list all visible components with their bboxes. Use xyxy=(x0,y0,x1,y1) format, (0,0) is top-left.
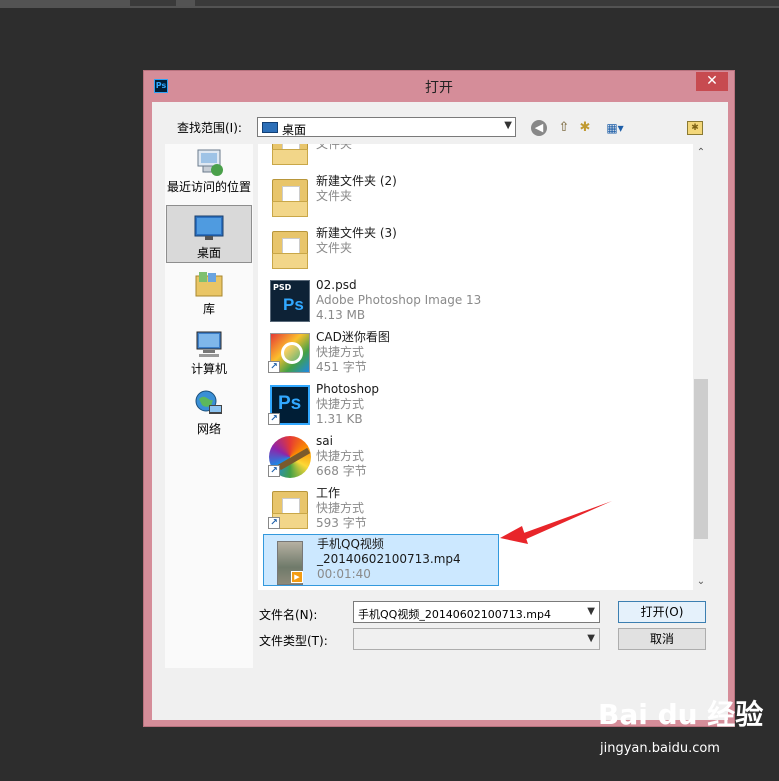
dialog-title: 打开 xyxy=(425,80,453,96)
file-name: Photoshop xyxy=(316,382,380,396)
back-icon[interactable]: ◀ xyxy=(531,120,547,136)
look-in-value: 桌面 xyxy=(282,123,307,137)
file-type: 文件夹 xyxy=(316,241,353,255)
up-folder-icon[interactable]: ⇧ xyxy=(555,119,573,137)
file-type: 快捷方式 xyxy=(316,501,365,515)
file-name: sai xyxy=(316,434,333,448)
places-item-computer[interactable]: 计算机 xyxy=(166,328,252,380)
places-item-recent[interactable]: 最近访问的位置 xyxy=(166,146,252,198)
libraries-icon xyxy=(193,268,225,300)
watermark-url: jingyan.baidu.com xyxy=(600,741,720,756)
look-in-dropdown[interactable]: 桌面 ▼ xyxy=(257,117,516,137)
watermark-logo-text: Bai du 经验 xyxy=(598,698,764,731)
file-name: CAD迷你看图 xyxy=(316,330,390,344)
list-item-selected[interactable]: ▶ 手机QQ视频 _20140602100713.mp4 00:01:40 xyxy=(263,534,499,586)
file-size: 1.31 KB xyxy=(316,412,363,426)
file-duration: 00:01:40 xyxy=(317,567,371,581)
file-type-label: 文件类型(T): xyxy=(259,634,328,648)
network-icon xyxy=(193,388,225,420)
favorite-folder-icon[interactable]: ✱ xyxy=(687,121,703,135)
file-type: 快捷方式 xyxy=(316,397,365,411)
video-file-icon: ▶ xyxy=(267,538,313,585)
chevron-down-icon[interactable]: ▼ xyxy=(587,606,595,617)
cad-viewer-icon: ↗ xyxy=(266,329,312,375)
list-item[interactable]: ↗ sai 快捷方式 668 字节 xyxy=(263,430,499,482)
file-size: 451 字节 xyxy=(316,360,367,374)
scroll-down-icon[interactable]: ⌄ xyxy=(693,573,709,590)
places-label: 最近访问的位置 xyxy=(166,180,251,194)
file-name: 新建文件夹 (3) xyxy=(316,226,397,240)
dialog-titlebar: Ps 打开 ✕ xyxy=(144,71,734,101)
file-name-value: 手机QQ视频_20140602100713.mp4 xyxy=(358,608,551,621)
file-name-continued: _20140602100713.mp4 xyxy=(317,552,461,566)
file-size: 593 字节 xyxy=(316,516,367,530)
top-bar-segment xyxy=(195,0,779,6)
list-item[interactable]: PSD Ps 02.psd Adobe Photoshop Image 13 4.… xyxy=(263,274,499,326)
folder-icon xyxy=(266,173,312,219)
file-type: 文件夹 xyxy=(316,189,353,203)
places-bar: 最近访问的位置 桌面 库 计算机 网络 xyxy=(165,144,253,668)
top-bar-segment xyxy=(130,0,176,6)
file-list[interactable]: 文件夹 新建文件夹 (2) 文件夹 新建文件夹 (3) 文件夹 PSD Ps 02… xyxy=(258,144,709,590)
places-item-libraries[interactable]: 库 xyxy=(166,268,252,320)
file-name-label: 文件名(N): xyxy=(259,608,318,622)
list-item[interactable]: 文件夹 xyxy=(263,144,499,170)
file-type: 快捷方式 xyxy=(316,449,365,463)
scroll-up-icon[interactable]: ⌃ xyxy=(693,144,709,161)
desktop-icon xyxy=(193,212,225,244)
list-item[interactable]: 新建文件夹 (3) 文件夹 xyxy=(263,222,499,274)
list-item[interactable] xyxy=(263,586,499,590)
cancel-button[interactable]: 取消 xyxy=(618,628,706,650)
list-item[interactable]: Ps ↗ Photoshop 快捷方式 1.31 KB xyxy=(263,378,499,430)
list-item[interactable]: 新建文件夹 (2) 文件夹 xyxy=(263,170,499,222)
open-file-dialog: Ps 打开 ✕ 查找范围(I): 桌面 ▼ ◀ ⇧ ✱ ▦▾ ✱ 最近访问的位置 xyxy=(143,70,735,727)
look-in-label: 查找范围(I): xyxy=(177,121,242,135)
photoshop-icon: Ps ↗ xyxy=(266,381,312,427)
desktop-icon xyxy=(262,122,278,133)
sai-icon: ↗ xyxy=(266,433,312,479)
new-folder-icon[interactable]: ✱ xyxy=(576,119,594,137)
places-label: 库 xyxy=(202,302,215,316)
file-name: 手机QQ视频 xyxy=(317,537,384,551)
file-size: 668 字节 xyxy=(316,464,367,478)
places-item-network[interactable]: 网络 xyxy=(166,388,252,440)
folder-icon xyxy=(266,144,312,167)
close-button[interactable]: ✕ xyxy=(696,72,728,91)
list-item[interactable]: ↗ 工作 快捷方式 593 字节 xyxy=(263,482,499,534)
app-top-bar xyxy=(0,0,779,8)
places-label: 网络 xyxy=(196,422,221,436)
file-list-rows: 文件夹 新建文件夹 (2) 文件夹 新建文件夹 (3) 文件夹 PSD Ps 02… xyxy=(258,144,693,590)
file-type: Adobe Photoshop Image 13 xyxy=(316,293,482,307)
open-button[interactable]: 打开(O) xyxy=(618,601,706,623)
scrollbar-thumb[interactable] xyxy=(694,379,708,539)
file-name-field[interactable]: 手机QQ视频_20140602100713.mp4 ▼ xyxy=(353,601,600,623)
shortcut-arrow-icon: ↗ xyxy=(268,361,280,373)
vertical-scrollbar[interactable]: ⌃ ⌄ xyxy=(693,144,709,590)
places-item-desktop[interactable]: 桌面 xyxy=(166,205,252,263)
chevron-down-icon[interactable]: ▼ xyxy=(587,633,595,644)
shortcut-arrow-icon: ↗ xyxy=(268,465,280,477)
places-label: 计算机 xyxy=(190,362,227,376)
folder-shortcut-icon: ↗ xyxy=(266,485,312,531)
file-type: 文件夹 xyxy=(316,144,353,151)
shortcut-arrow-icon: ↗ xyxy=(268,517,280,529)
list-item[interactable]: ↗ CAD迷你看图 快捷方式 451 字节 xyxy=(263,326,499,378)
places-label: 桌面 xyxy=(196,246,221,260)
file-name: 新建文件夹 (2) xyxy=(316,174,397,188)
chevron-down-icon: ▼ xyxy=(504,120,512,131)
recent-places-icon xyxy=(193,146,225,178)
view-menu-icon[interactable]: ▦▾ xyxy=(602,119,628,137)
file-name: 工作 xyxy=(316,486,341,500)
play-icon: ▶ xyxy=(291,571,303,583)
dialog-body: 查找范围(I): 桌面 ▼ ◀ ⇧ ✱ ▦▾ ✱ 最近访问的位置 桌面 库 计算… xyxy=(152,102,728,720)
file-type: 快捷方式 xyxy=(316,345,365,359)
folder-icon xyxy=(266,225,312,271)
file-type-dropdown[interactable]: ▼ xyxy=(353,628,600,650)
file-name: 02.psd xyxy=(316,278,357,292)
computer-icon xyxy=(193,328,225,360)
shortcut-arrow-icon: ↗ xyxy=(268,413,280,425)
psd-file-icon: PSD Ps xyxy=(266,277,312,323)
file-size: 4.13 MB xyxy=(316,308,366,322)
